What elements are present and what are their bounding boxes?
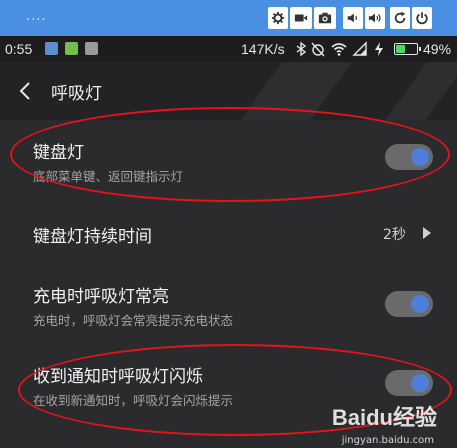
toggle-knob: [411, 374, 429, 392]
app-screen: 呼吸灯 键盘灯 底部菜单键、返回键指示灯 键盘灯持续时间 2秒 充电时呼吸灯常亮…: [0, 62, 457, 448]
bluetooth-icon: [296, 41, 307, 57]
baidu-watermark: Baidu经验: [331, 405, 437, 430]
settings-button[interactable]: [268, 7, 288, 29]
setting-charging-light[interactable]: 充电时呼吸灯常亮 充电时，呼吸灯会常亮提示充电状态: [0, 272, 457, 352]
record-button[interactable]: [290, 7, 312, 29]
battery-percent: 49%: [423, 41, 452, 57]
battery-fill: [396, 45, 405, 53]
alarm-off-icon: [311, 42, 325, 57]
status-time: 0:55: [5, 41, 33, 57]
header-decoration: [342, 62, 457, 120]
duration-value: 2秒: [383, 227, 406, 243]
header-decoration: [197, 62, 373, 120]
android-notification-icon: [65, 42, 78, 55]
refresh-icon: [394, 11, 406, 24]
notification-light-toggle[interactable]: [385, 370, 433, 396]
emulator-label: ....: [26, 9, 47, 24]
watermark-url: jingyan.baidu.com: [341, 435, 434, 446]
setting-subtitle: 在收到新通知时，呼吸灯会闪烁提示: [33, 393, 234, 408]
setting-title: 充电时呼吸灯常亮: [33, 287, 169, 307]
power-icon: [416, 12, 428, 25]
setting-subtitle: 底部菜单键、返回键指示灯: [33, 169, 184, 184]
signal-icon: [352, 41, 367, 56]
keyboard-light-toggle[interactable]: [385, 144, 433, 170]
volume-up-button[interactable]: [365, 7, 385, 29]
wifi-icon: [331, 43, 347, 56]
camera-icon: [318, 12, 332, 24]
screenshot-button[interactable]: [314, 7, 336, 29]
app-notification-icon: [45, 42, 58, 55]
chevron-right-icon: [423, 227, 431, 239]
app-header: 呼吸灯: [0, 62, 457, 120]
setting-title: 键盘灯持续时间: [33, 227, 152, 247]
setting-keyboard-light[interactable]: 键盘灯 底部菜单键、返回键指示灯: [0, 122, 457, 210]
setting-title: 收到通知时呼吸灯闪烁: [33, 367, 203, 387]
setting-subtitle: 充电时，呼吸灯会常亮提示充电状态: [33, 313, 234, 328]
network-speed: 147K/s: [241, 41, 285, 57]
charging-light-toggle[interactable]: [385, 291, 433, 317]
toggle-knob: [411, 295, 429, 313]
status-bar: 0:55 147K/s 49%: [0, 36, 457, 62]
setting-title: 键盘灯: [33, 143, 84, 163]
volume-up-icon: [368, 13, 381, 23]
setting-keyboard-duration[interactable]: 键盘灯持续时间 2秒: [0, 210, 457, 272]
emulator-toolbar: ....: [0, 0, 457, 36]
charging-icon: [375, 42, 383, 56]
sim-notification-icon: [85, 42, 98, 55]
gear-icon: [271, 11, 285, 25]
refresh-button[interactable]: [390, 7, 410, 29]
volume-down-button[interactable]: [343, 7, 363, 29]
power-button[interactable]: [412, 7, 432, 29]
volume-down-icon: [347, 13, 358, 23]
video-icon: [294, 14, 308, 22]
battery-icon: [394, 43, 421, 55]
page-title: 呼吸灯: [51, 84, 102, 104]
back-arrow-icon[interactable]: [16, 80, 34, 102]
toggle-knob: [411, 148, 429, 166]
